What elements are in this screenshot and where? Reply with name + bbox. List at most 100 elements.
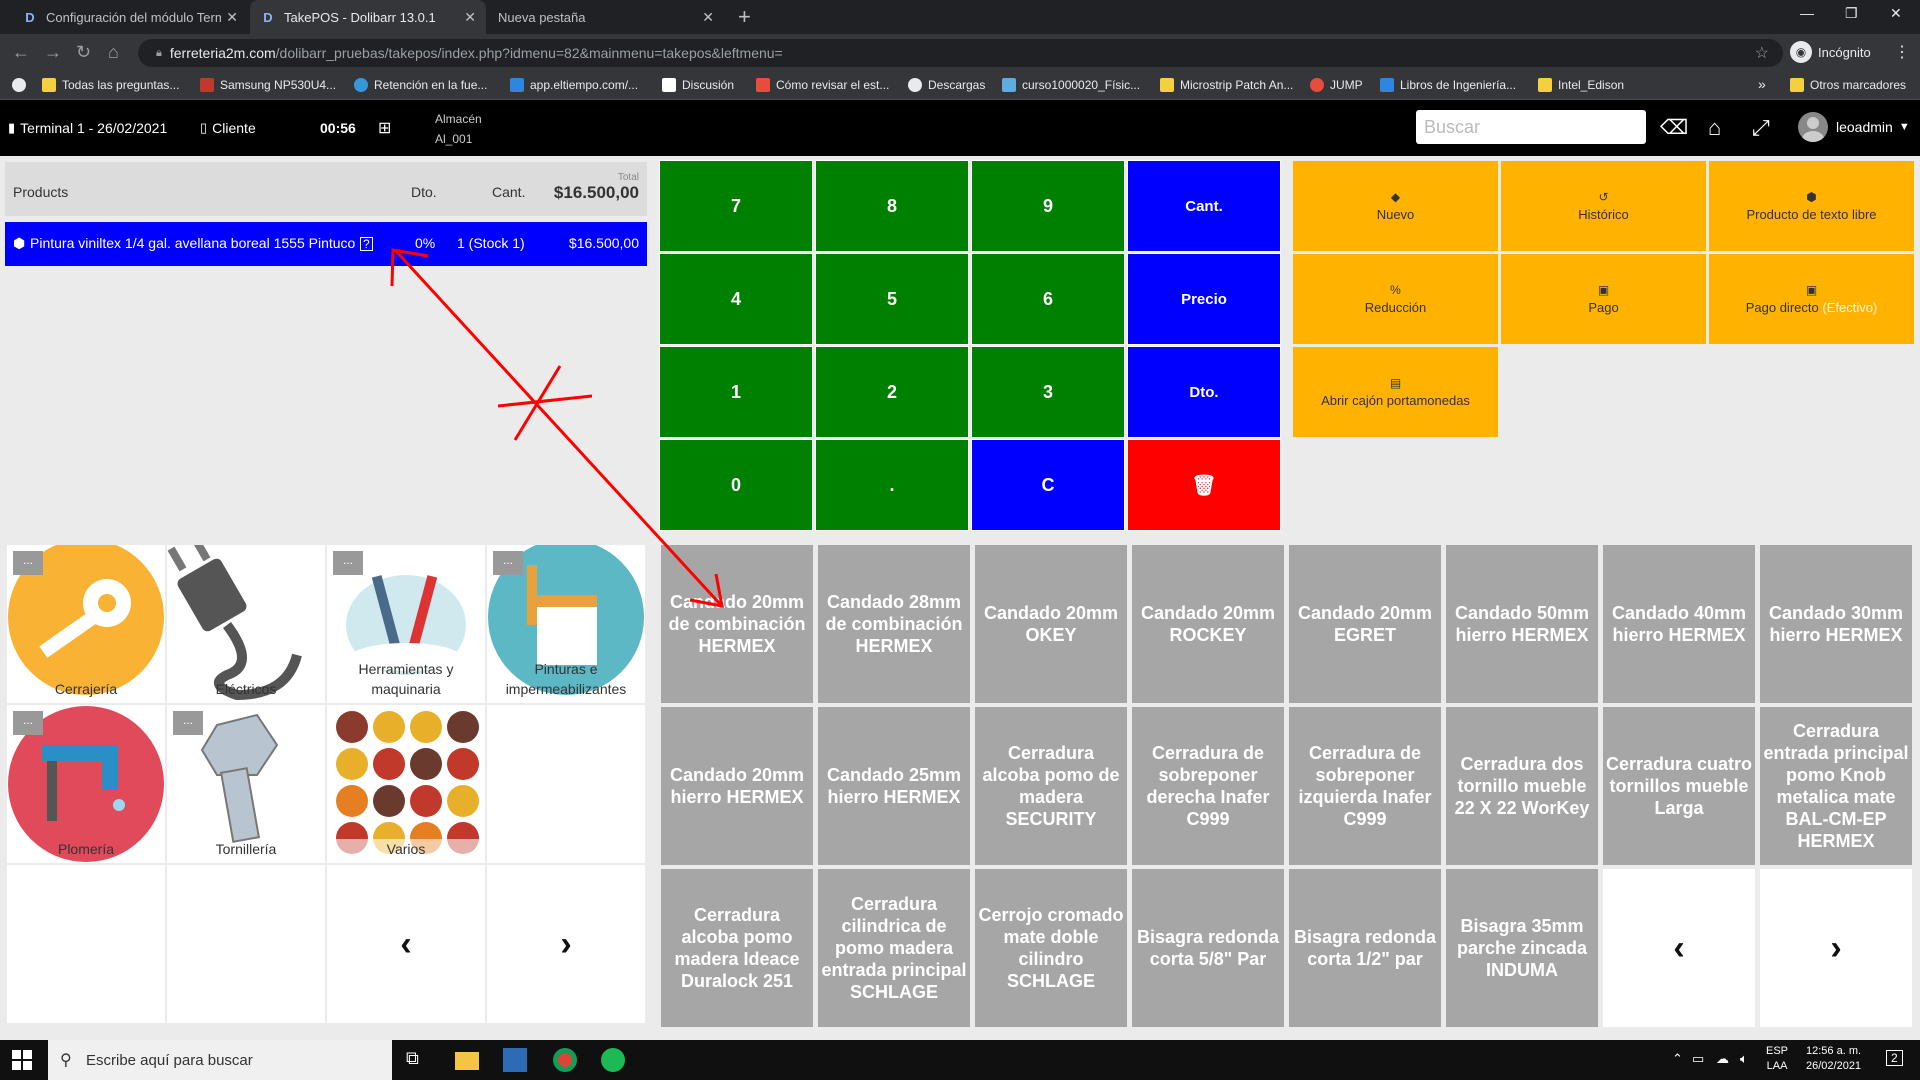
- free-product-button[interactable]: ⬢ Producto de texto libre: [1708, 160, 1915, 252]
- category-pinturas[interactable]: ... Pinturas e impermeabilizantes: [487, 545, 645, 703]
- key-5[interactable]: 5: [815, 253, 969, 345]
- product-tile[interactable]: Candado 25mm hierro HERMEX: [818, 707, 970, 865]
- bookmark-item[interactable]: curso1000020_Físic...: [1002, 78, 1140, 92]
- product-tile[interactable]: Candado 20mm OKEY: [975, 545, 1127, 703]
- product-tile[interactable]: Bisagra redonda corta 5/8" Par: [1132, 869, 1284, 1027]
- delete-line-button[interactable]: 🗑︎: [1127, 439, 1281, 531]
- bookmark-item[interactable]: Samsung NP530U4...: [200, 78, 336, 92]
- qty-button[interactable]: Cant.: [1127, 160, 1281, 252]
- bookmark-item[interactable]: Todas las preguntas...: [42, 78, 179, 92]
- bookmark-item[interactable]: Intel_Edison: [1538, 78, 1624, 92]
- fullscreen-icon[interactable]: ⤢: [1752, 115, 1770, 141]
- store-icon[interactable]: [503, 1048, 527, 1072]
- customer-selector[interactable]: ▯ Cliente: [200, 120, 256, 136]
- bookmark-item[interactable]: [12, 78, 32, 92]
- bookmark-item[interactable]: Microstrip Patch An...: [1160, 78, 1293, 92]
- file-explorer-icon[interactable]: [455, 1052, 479, 1070]
- price-button[interactable]: Precio: [1127, 253, 1281, 345]
- cloud-icon[interactable]: ☁: [1716, 1051, 1729, 1067]
- bookmark-item[interactable]: Discusión: [662, 78, 734, 92]
- product-tile[interactable]: Candado 30mm hierro HERMEX: [1760, 545, 1912, 703]
- product-tile[interactable]: Cerrojo cromado mate doble cilindro SCHL…: [975, 869, 1127, 1027]
- clear-button[interactable]: C: [971, 439, 1125, 531]
- new-tab-icon[interactable]: +: [738, 4, 751, 30]
- incognito-indicator[interactable]: ◉ Incógnito: [1790, 41, 1871, 63]
- category-next-button[interactable]: ›: [487, 865, 645, 1023]
- back-icon[interactable]: ←: [12, 42, 30, 63]
- category-menu-button[interactable]: ...: [333, 551, 363, 575]
- product-tile[interactable]: Cerradura cuatro tornillos mueble Larga: [1603, 707, 1755, 865]
- volume-icon[interactable]: 🔈︎: [1740, 1051, 1748, 1067]
- bookmark-item[interactable]: Retención en la fue...: [354, 78, 487, 92]
- product-tile[interactable]: Cerradura de sobreponer derecha Inafer C…: [1132, 707, 1284, 865]
- taskbar-search-input[interactable]: ⚲ Escribe aquí para buscar: [48, 1040, 392, 1080]
- product-tile[interactable]: Cerradura dos tornillo mueble 22 X 22 Wo…: [1446, 707, 1598, 865]
- product-next-button[interactable]: ›: [1760, 869, 1912, 1027]
- category-menu-button[interactable]: ...: [173, 711, 203, 735]
- category-menu-button[interactable]: ...: [13, 551, 43, 575]
- bookmarks-overflow[interactable]: »: [1758, 76, 1766, 92]
- product-prev-button[interactable]: ‹: [1603, 869, 1755, 1027]
- bookmark-item[interactable]: Descargas: [908, 78, 985, 92]
- browser-menu-icon[interactable]: ⋮: [1894, 42, 1910, 62]
- category-menu-button[interactable]: ...: [493, 551, 523, 575]
- terminal-selector[interactable]: ▮ Terminal 1 - 26/02/2021: [8, 120, 167, 136]
- product-tile[interactable]: Cerradura de sobreponer izquierda Inafer…: [1289, 707, 1441, 865]
- window-close-icon[interactable]: ✕: [1890, 5, 1902, 22]
- url-field[interactable]: 🔒︎ ferreteria2m.com/dolibarr_pruebas/tak…: [138, 39, 1783, 67]
- bookmark-star-icon[interactable]: ☆: [1755, 43, 1769, 63]
- category-herramientas[interactable]: ... Herramientas y maquinaria: [327, 545, 485, 703]
- product-tile[interactable]: Bisagra 35mm parche zincada INDUMA: [1446, 869, 1598, 1027]
- category-menu-button[interactable]: ...: [13, 711, 43, 735]
- product-tile[interactable]: Cerradura entrada principal pomo Knob me…: [1760, 707, 1912, 865]
- key-4[interactable]: 4: [659, 253, 813, 345]
- home-icon[interactable]: ⌂: [108, 42, 119, 63]
- info-icon[interactable]: ?: [360, 237, 373, 251]
- key-9[interactable]: 9: [971, 160, 1125, 252]
- key-0[interactable]: 0: [659, 439, 813, 531]
- category-electricos[interactable]: Eléctricos: [167, 545, 325, 703]
- close-icon[interactable]: ✕: [226, 9, 238, 26]
- restore-icon[interactable]: ❐: [1845, 5, 1858, 22]
- other-bookmarks[interactable]: Otros marcadores: [1790, 78, 1906, 92]
- category-cerrajeria[interactable]: ... Cerrajería: [7, 545, 165, 703]
- key-3[interactable]: 3: [971, 346, 1125, 438]
- windows-start-icon[interactable]: [12, 1050, 32, 1070]
- bookmark-item[interactable]: app.eltiempo.com/...: [510, 78, 638, 92]
- payment-button[interactable]: ▣ Pago: [1500, 253, 1707, 345]
- key-6[interactable]: 6: [971, 253, 1125, 345]
- tab-config[interactable]: D Configuración del módulo Termi ✕: [12, 0, 248, 34]
- bookmark-item[interactable]: Libros de Ingeniería...: [1380, 78, 1516, 92]
- clear-search-icon[interactable]: ⌫: [1660, 115, 1688, 140]
- history-button[interactable]: ↺ Histórico: [1500, 160, 1707, 252]
- bookmark-item[interactable]: Cómo revisar el est...: [756, 78, 889, 92]
- tab-new[interactable]: Nueva pestaña ✕: [488, 0, 724, 34]
- product-tile[interactable]: Candado 20mm hierro HERMEX: [661, 707, 813, 865]
- discount-button[interactable]: Dto.: [1127, 346, 1281, 438]
- input-language[interactable]: ESP LAA: [1766, 1044, 1788, 1074]
- product-tile[interactable]: Candado 20mm ROCKEY: [1132, 545, 1284, 703]
- category-tornilleria[interactable]: ... Tornillería: [167, 705, 325, 863]
- key-8[interactable]: 8: [815, 160, 969, 252]
- tab-takepos[interactable]: D TakePOS - Dolibarr 13.0.1 ✕: [250, 0, 486, 34]
- network-icon[interactable]: ▭: [1692, 1051, 1704, 1067]
- spotify-icon[interactable]: [601, 1048, 625, 1072]
- product-tile[interactable]: Candado 28mm de combinación HERMEX: [818, 545, 970, 703]
- key-7[interactable]: 7: [659, 160, 813, 252]
- key-dot[interactable]: .: [815, 439, 969, 531]
- product-tile[interactable]: Cerradura alcoba pomo madera Ideace Dura…: [661, 869, 813, 1027]
- product-search-input[interactable]: [1416, 110, 1646, 144]
- chrome-icon[interactable]: [553, 1048, 577, 1072]
- taskbar-clock[interactable]: 12:56 a. m. 26/02/2021: [1806, 1044, 1861, 1074]
- new-ticket-button[interactable]: ◆ Nuevo: [1292, 160, 1499, 252]
- key-2[interactable]: 2: [815, 346, 969, 438]
- close-icon[interactable]: ✕: [464, 9, 476, 26]
- product-tile[interactable]: Candado 40mm hierro HERMEX: [1603, 545, 1755, 703]
- category-prev-button[interactable]: ‹: [327, 865, 485, 1023]
- tray-chevron-up-icon[interactable]: ⌃: [1672, 1051, 1683, 1067]
- add-icon[interactable]: ⊞: [378, 118, 391, 138]
- product-tile[interactable]: Bisagra redonda corta 1/2" par: [1289, 869, 1441, 1027]
- product-tile[interactable]: Candado 20mm de combinación HERMEX: [661, 545, 813, 703]
- category-plomeria[interactable]: ... Plomería: [7, 705, 165, 863]
- ticket-line[interactable]: ⬢ Pintura viniltex 1/4 gal. avellana bor…: [5, 222, 647, 266]
